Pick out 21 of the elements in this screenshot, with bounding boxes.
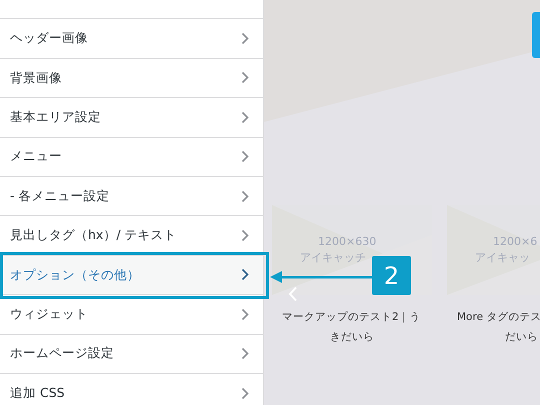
arrow-icon (270, 271, 374, 283)
post-title: だいら (505, 330, 539, 345)
chevron-right-icon (241, 190, 249, 203)
chevron-right-icon (241, 229, 249, 242)
menu-item[interactable]: オプション（その他） (0, 256, 263, 296)
chevron-right-icon (241, 110, 249, 124)
chevron-right-icon (241, 386, 249, 400)
chevron-right-icon (241, 347, 249, 360)
chevron-right-icon (241, 150, 249, 164)
post-title: きだいら (330, 330, 375, 345)
post-title: More タグのテス (457, 310, 540, 325)
chevron-right-icon (241, 71, 249, 84)
image-placeholder-text: アイキャッ (475, 250, 530, 266)
chevron-right-icon (241, 32, 249, 46)
step-number: 2 (372, 256, 411, 295)
chevron-right-icon (241, 268, 249, 282)
image-placeholder-text: 1200×6 (493, 234, 538, 250)
image-placeholder-text: 1200×630 (318, 234, 376, 250)
image-placeholder-text: アイキャッチ (300, 250, 366, 266)
chevron-right-icon (241, 308, 249, 321)
post-title: マークアップのテスト2｜う (282, 310, 422, 325)
